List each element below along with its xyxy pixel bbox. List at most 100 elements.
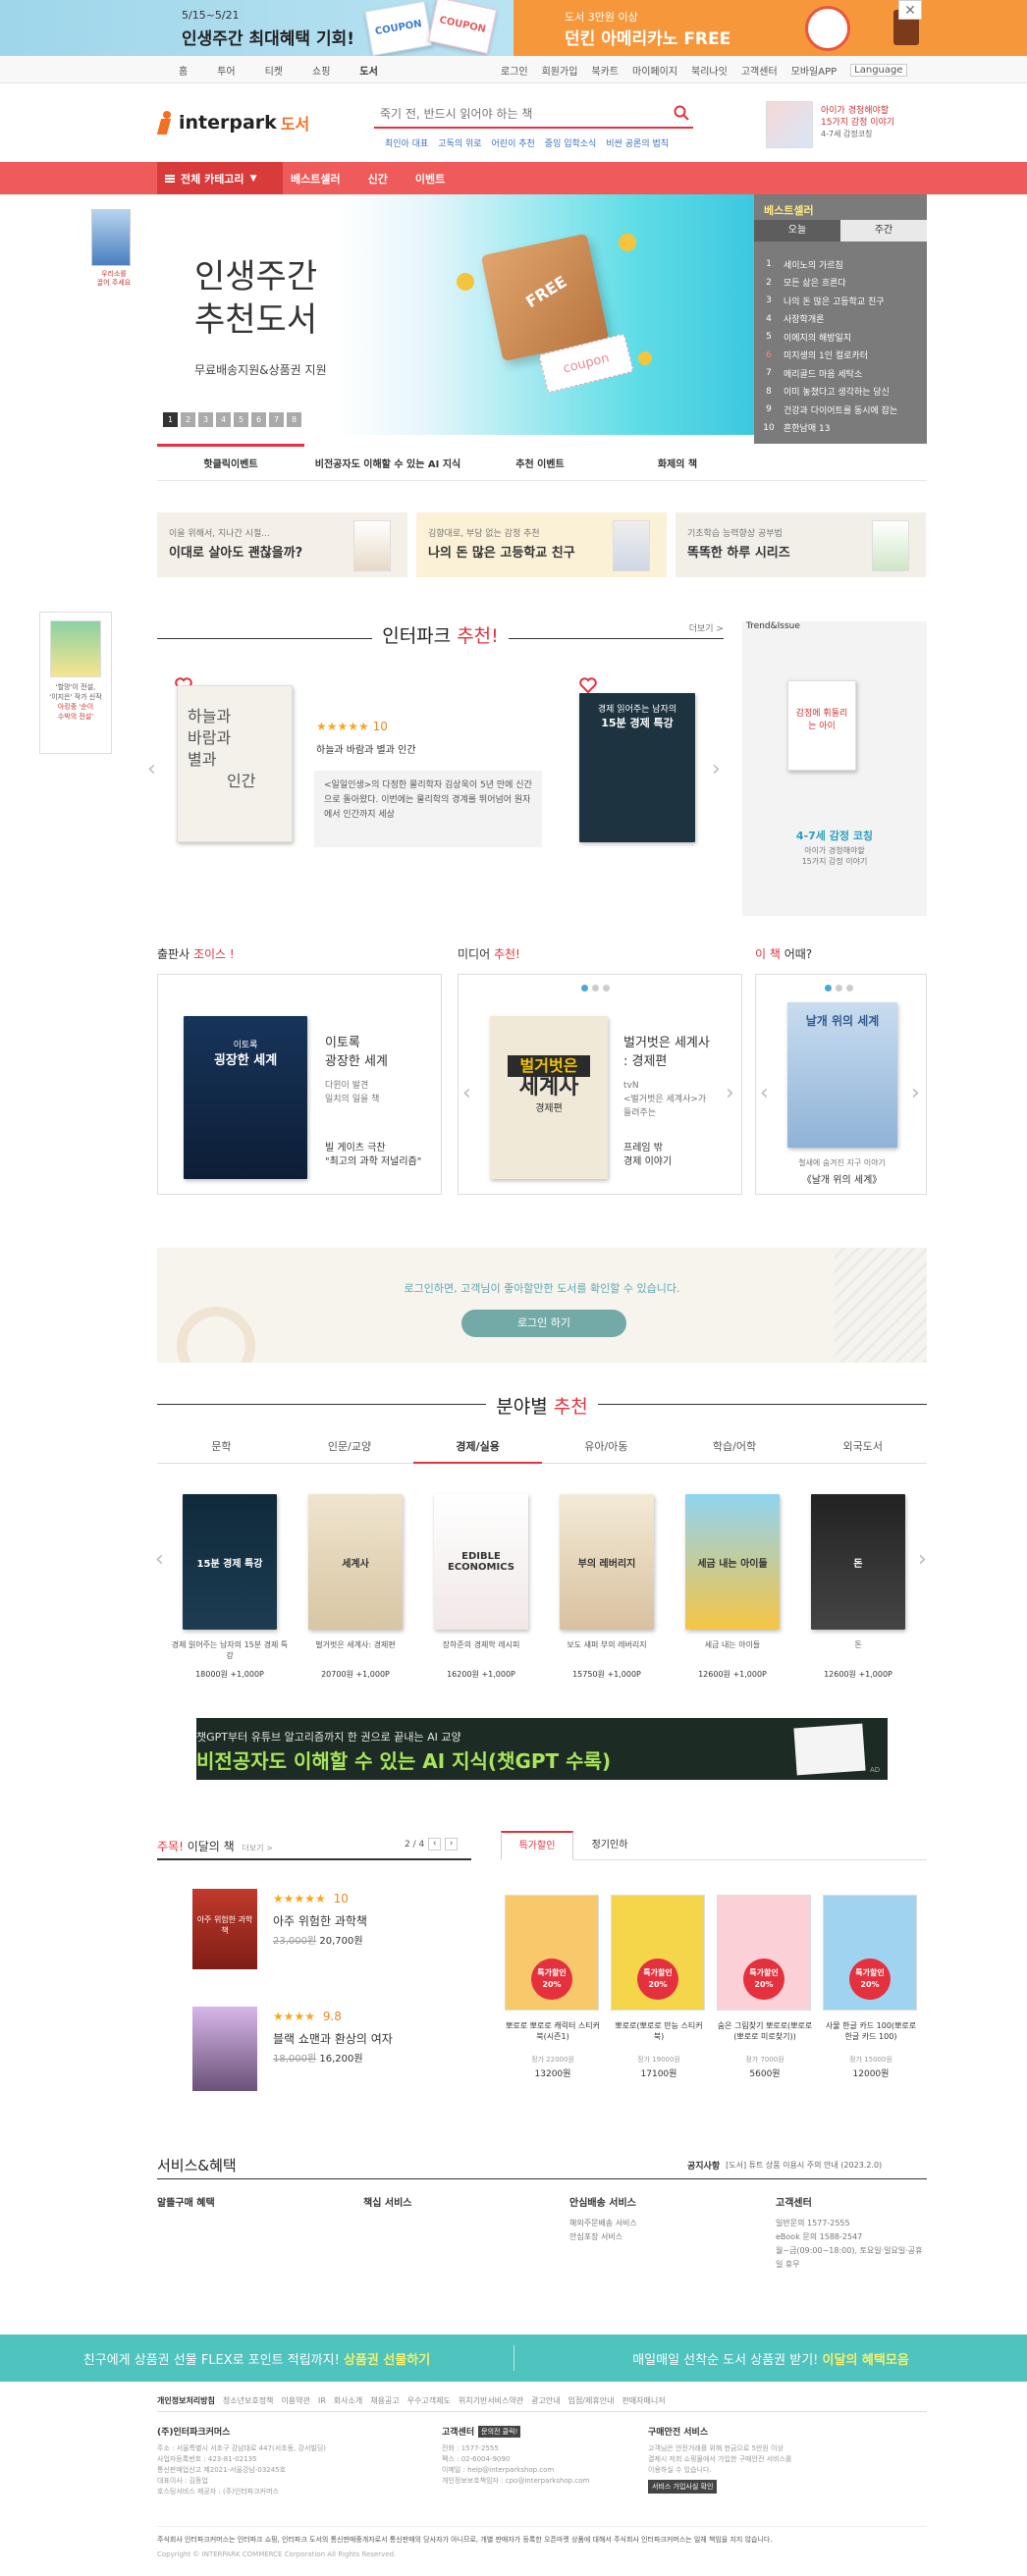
service-col-head[interactable]: 알뜰구매 혜택 — [157, 2194, 363, 2209]
tab-today[interactable]: 오늘 — [754, 220, 840, 242]
sale-item[interactable]: 특가할인 20% 뽀로로(뽀로로 만능 스티커북) 정가 19000원 17100원 — [611, 1895, 707, 2079]
service-col-item[interactable]: eBook 문의 1588-2547 — [776, 2230, 923, 2244]
hero-page-dot[interactable]: 7 — [269, 412, 284, 427]
chevron-left-icon[interactable]: ‹ — [760, 1083, 769, 1104]
hero-page-dot[interactable]: 1 — [163, 412, 178, 427]
monthly-benefit-banner[interactable]: 매일매일 선착순 도서 상품권 받기! 이달의 혜택모음 — [514, 2349, 1027, 2368]
hero-page-dot[interactable]: 2 — [181, 412, 195, 427]
page-dot[interactable] — [836, 985, 842, 992]
field-book[interactable]: EDIBLE ECONOMICS 장하준의 경제학 레시피 16200원 +1,00… — [422, 1494, 540, 1680]
bestseller-item[interactable]: 3 나의 돈 많은 고등학교 친구 — [762, 292, 924, 310]
login-button[interactable]: 로그인 하기 — [461, 1310, 626, 1337]
footer-link[interactable]: IR — [318, 2396, 326, 2405]
bestseller-item[interactable]: 8 이미 놓쳤다고 생각하는 당신 — [762, 383, 924, 402]
bestseller-item[interactable]: 6 미지생의 1인 컬로카터 — [762, 347, 924, 365]
tab-special-sale[interactable]: 특가할인 — [501, 1830, 573, 1860]
chevron-right-icon[interactable]: › — [712, 759, 721, 780]
footer-link[interactable]: 회사소개 — [334, 2395, 362, 2406]
bestseller-item[interactable]: 10 흔한남매 13 — [762, 419, 924, 438]
page-dot[interactable] — [592, 985, 599, 992]
promo-card[interactable]: 김향대로, 부담 없는 감정 추천 나의 돈 많은 고등학교 친구 — [416, 512, 667, 577]
sale-item[interactable]: 특가할인 20% 사물 한글 카드 100(뽀로로 한글 카드 100) 정가 15… — [823, 1895, 919, 2079]
side-left-pill-ad[interactable]: '할망'이 전설, '이지은' 작가 신작 아킹중 '순이 수박의 전설' — [39, 612, 112, 754]
service-col-head[interactable]: 고객센터 — [776, 2194, 923, 2209]
service-col-item[interactable]: 월~금(09:00~18:00), 토요일·일요일·공휴일 휴무 — [776, 2244, 923, 2272]
gnb-link-book[interactable]: 도서 — [359, 63, 377, 78]
gnb-link-ticket[interactable]: 티켓 — [265, 63, 283, 78]
field-book[interactable]: 세계사 벌거벗은 세계사: 경제편 20700원 +1,000P — [297, 1494, 414, 1680]
gnb-link-mypage[interactable]: 마이페이지 — [632, 63, 677, 78]
monthly-book-title[interactable]: 블랙 쇼맨과 환상의 여자 — [273, 2030, 393, 2047]
hero-tab[interactable]: 화제의 책 — [609, 456, 746, 470]
footer-link[interactable]: 입점/제휴안내 — [568, 2395, 615, 2406]
field-book[interactable]: 15분 경제 특강 경제 읽어주는 남자의 15분 경제 특강 18000원 +1,… — [171, 1494, 289, 1680]
hero-tab[interactable]: 비전공자도 이해할 수 있는 AI 지식 — [304, 456, 471, 470]
bestseller-item[interactable]: 2 모든 삶은 흐른다 — [762, 274, 924, 293]
logo[interactable]: interpark 도서 — [156, 108, 309, 137]
field-tab[interactable]: 유아/아동 — [542, 1431, 671, 1464]
service-col-head[interactable]: 안심배송 서비스 — [569, 2194, 776, 2209]
nav-item-new[interactable]: 신간 — [368, 171, 388, 187]
gnb-link-bookcart[interactable]: 북카트 — [591, 63, 619, 78]
field-book[interactable]: 부의 레버리지 보도 섀퍼 부의 레버리지 15750원 +1,000P — [548, 1494, 666, 1680]
keyword-link[interactable]: 중잉 입학소식 — [545, 136, 597, 149]
card3[interactable]: ‹ › 날개 위의 세계 철새에 숨겨진 지구 이야기 《날개 위의 세계》 — [755, 974, 927, 1195]
bestseller-item[interactable]: 5 이에지의 해방일지 — [762, 328, 924, 347]
footer-link[interactable]: 청소년보호정책 — [223, 2395, 274, 2406]
notice-text[interactable]: [도서] 튜트 상품 이용시 주의 안내 (2023.2.0) — [726, 2160, 882, 2171]
keyword-link[interactable]: 어린이 추천 — [492, 136, 535, 149]
top-banner[interactable]: 5/15~5/21 인생주간 최대혜택 기회! COUPON COUPON 도서… — [0, 0, 1027, 57]
field-tab[interactable]: 문학 — [157, 1431, 286, 1464]
cs-inquiry-button[interactable]: 문의전 클릭! — [478, 2425, 521, 2438]
promo-card[interactable]: 기초학습 능력향상 공부법 똑똑한 하루 시리즈 — [676, 512, 926, 577]
footer-link[interactable]: 채용공고 — [370, 2395, 399, 2406]
card1[interactable]: 이토록 굉장한 세계 이토록 광장한 세계 다윈이 발견 일치의 일을 책 빌 게이츠… — [157, 974, 442, 1195]
gnb-link-shopping[interactable]: 쇼핑 — [312, 63, 330, 78]
gnb-link-cs[interactable]: 고객센터 — [741, 63, 778, 78]
chevron-left-icon[interactable]: ‹ — [462, 1083, 471, 1104]
footer-link[interactable]: 광고안내 — [531, 2395, 560, 2406]
search-input[interactable] — [374, 101, 659, 127]
nav-item-bestseller[interactable]: 베스트셀러 — [291, 171, 341, 187]
bestseller-item[interactable]: 4 사장학개론 — [762, 310, 924, 329]
monthly-book-cover[interactable] — [192, 2007, 257, 2091]
service-col-item[interactable]: 안심포장 서비스 — [569, 2230, 776, 2244]
safe-service-button[interactable]: 서비스 가입사실 확인 — [648, 2480, 718, 2494]
service-col-head[interactable]: 책십 서비스 — [363, 2194, 569, 2209]
notice-bar[interactable]: 공지사항 [도서] 튜트 상품 이용시 주의 안내 (2023.2.0) — [687, 2159, 882, 2172]
hero-page-dot[interactable]: 6 — [251, 412, 266, 427]
service-col-item[interactable]: 일반문의 1577-2555 — [776, 2217, 923, 2230]
footer-link[interactable]: 개인정보처리방침 — [157, 2395, 215, 2406]
field-tab[interactable]: 경제/실용 — [413, 1431, 543, 1464]
gnb-link-tour[interactable]: 투어 — [217, 63, 235, 78]
field-book[interactable]: 돈 돈 12600원 +1,000P — [799, 1494, 917, 1680]
recommend-book-title[interactable]: 하늘과 바람과 별과 인간 — [316, 741, 416, 756]
footer-link[interactable]: 판매자매니저 — [622, 2395, 665, 2406]
category-menu-button[interactable]: 전체 카테고리 ▼ — [157, 162, 283, 194]
field-tab[interactable]: 학습/어학 — [671, 1431, 799, 1464]
page-dot[interactable] — [603, 985, 610, 992]
page-dot[interactable] — [825, 985, 832, 992]
hero-slider[interactable]: 인생주간 추천도서 무료배송지원&상품권 지원 FREE coupon 1 2 … — [157, 194, 754, 435]
gnb-link-home[interactable]: 홈 — [179, 63, 188, 78]
search-icon[interactable] — [674, 105, 689, 121]
side-left-ad[interactable]: 우리소를 끌어 주세요 — [91, 209, 136, 302]
recommend-book2-cover[interactable]: 경제 읽어주는 남자의 15분 경제 특강 — [579, 693, 695, 842]
tab-weekly[interactable]: 주간 — [840, 220, 927, 242]
hero-tab[interactable]: 추천 이벤트 — [471, 456, 609, 470]
chevron-right-icon[interactable]: › — [445, 1838, 459, 1851]
recommend-book-cover[interactable]: 하늘과 바람과 별과 인간 — [177, 685, 293, 842]
close-icon[interactable]: ✕ — [898, 0, 922, 20]
recommend-more-link[interactable]: 더보기 > — [689, 621, 724, 634]
field-book[interactable]: 세금 내는 아이들 세금 내는 아이들 12600원 +1,000P — [674, 1494, 791, 1680]
card2[interactable]: ‹ › 벌거벗은 세계사 경제편 벌거벗은 세계사: 경제편 tvN <벌거벗은 … — [458, 974, 742, 1195]
footer-link[interactable]: 위치기반서비스약관 — [459, 2395, 523, 2406]
promo-card[interactable]: 이을 위해서, 지나간 시절... 이대로 살아도 괜찮을까? — [157, 512, 407, 577]
hero-page-dot[interactable]: 8 — [287, 412, 301, 427]
keyword-link[interactable]: 비싼 공론의 법칙 — [606, 136, 669, 149]
nav-item-event[interactable]: 이벤트 — [415, 171, 445, 187]
gnb-link-login[interactable]: 로그인 — [501, 63, 528, 78]
chevron-right-icon[interactable]: › — [726, 1083, 734, 1104]
trend-book-cover[interactable]: 감정에 휘둘리는 아이 — [787, 680, 856, 771]
bestseller-item[interactable]: 7 메리골드 마음 세탁소 — [762, 364, 924, 383]
